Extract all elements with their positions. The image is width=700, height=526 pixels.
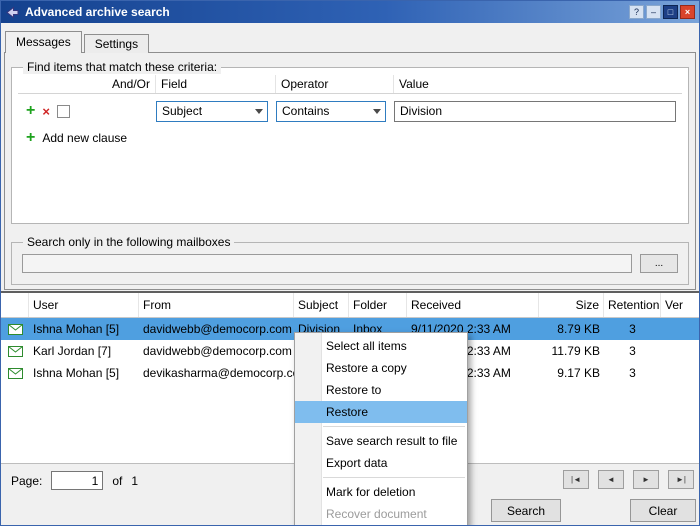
page-label: Page: <box>11 474 42 488</box>
column-icon[interactable] <box>1 293 29 317</box>
context-menu: Select all items Restore a copy Restore … <box>294 332 468 526</box>
tab-strip: Messages Settings <box>5 32 151 53</box>
field-dropdown[interactable]: Subject <box>156 101 268 122</box>
page-number-input[interactable] <box>51 471 103 490</box>
add-criteria-icon[interactable]: + <box>26 104 35 118</box>
menu-separator <box>323 426 465 427</box>
page-total: 1 <box>131 474 138 488</box>
mailboxes-group: Search only in the following mailboxes .… <box>11 235 689 285</box>
cell-size: 8.79 KB <box>539 322 604 336</box>
advanced-archive-search-window: Advanced archive search ? – □ × Messages… <box>0 0 700 526</box>
cell-from: davidwebb@democorp.com <box>139 344 294 358</box>
messages-tab-panel: Find items that match these criteria: An… <box>4 52 696 290</box>
menu-item-save-search-result-to-file[interactable]: Save search result to file <box>295 430 467 452</box>
column-from[interactable]: From <box>139 293 294 317</box>
envelope-icon <box>1 324 29 335</box>
add-new-clause-label: Add new clause <box>42 131 127 145</box>
mailboxes-input[interactable] <box>22 254 632 273</box>
operator-dropdown-value: Contains <box>282 104 329 118</box>
column-folder[interactable]: Folder <box>349 293 407 317</box>
cell-size: 9.17 KB <box>539 366 604 380</box>
tab-settings[interactable]: Settings <box>84 34 149 53</box>
cell-from: davidwebb@democorp.com <box>139 322 294 336</box>
criteria-row: + × Subject Contains <box>18 100 682 122</box>
remove-criteria-icon[interactable]: × <box>42 105 50 118</box>
menu-item-restore-to[interactable]: Restore to <box>295 379 467 401</box>
results-column-headers: User From Subject Folder Received Size R… <box>1 293 699 318</box>
criteria-group-title: Find items that match these criteria: <box>23 60 221 74</box>
cell-user: Ishna Mohan [5] <box>29 322 139 336</box>
column-version[interactable]: Ver <box>661 293 699 317</box>
add-new-clause-link[interactable]: + Add new clause <box>18 131 682 145</box>
cell-retention: 3 <box>604 366 661 380</box>
minimize-button[interactable]: – <box>646 5 661 19</box>
criteria-group: Find items that match these criteria: An… <box>11 60 689 224</box>
cell-size: 11.79 KB <box>539 344 604 358</box>
column-value: Value <box>394 75 682 93</box>
column-user[interactable]: User <box>29 293 139 317</box>
plus-icon: + <box>26 131 35 145</box>
chevron-down-icon <box>373 109 381 114</box>
cell-retention: 3 <box>604 322 661 336</box>
first-page-button[interactable]: |◄ <box>563 470 589 489</box>
column-subject[interactable]: Subject <box>294 293 349 317</box>
menu-separator <box>323 477 465 478</box>
column-size[interactable]: Size <box>539 293 604 317</box>
help-button[interactable]: ? <box>629 5 644 19</box>
menu-item-restore[interactable]: Restore <box>295 401 467 423</box>
envelope-icon <box>1 346 29 357</box>
envelope-icon <box>1 368 29 379</box>
close-button[interactable]: × <box>680 5 695 19</box>
browse-mailboxes-button[interactable]: ... <box>640 254 678 273</box>
window-title: Advanced archive search <box>25 5 629 19</box>
last-page-button[interactable]: ►| <box>668 470 694 489</box>
cell-retention: 3 <box>604 344 661 358</box>
title-bar[interactable]: Advanced archive search ? – □ × <box>1 1 699 23</box>
column-andor: And/Or <box>18 75 156 93</box>
next-page-button[interactable]: ► <box>633 470 659 489</box>
tab-messages[interactable]: Messages <box>5 31 82 53</box>
menu-item-export-data[interactable]: Export data <box>295 452 467 474</box>
column-received[interactable]: Received <box>407 293 539 317</box>
search-button[interactable]: Search <box>491 499 561 522</box>
menu-item-mark-for-deletion[interactable]: Mark for deletion <box>295 481 467 503</box>
menu-item-restore-a-copy[interactable]: Restore a copy <box>295 357 467 379</box>
field-dropdown-value: Subject <box>162 104 202 118</box>
column-retention[interactable]: Retention <box>604 293 661 317</box>
prev-page-button[interactable]: ◄ <box>598 470 624 489</box>
operator-dropdown[interactable]: Contains <box>276 101 386 122</box>
maximize-button[interactable]: □ <box>663 5 678 19</box>
value-input[interactable] <box>394 101 676 122</box>
chevron-down-icon <box>255 109 263 114</box>
cell-from: devikasharma@democorp.com <box>139 366 294 380</box>
cell-user: Ishna Mohan [5] <box>29 366 139 380</box>
menu-item-recover-document: Recover document <box>295 503 467 525</box>
criteria-column-headers: And/Or Field Operator Value <box>18 75 682 94</box>
cell-user: Karl Jordan [7] <box>29 344 139 358</box>
clear-button[interactable]: Clear <box>630 499 696 522</box>
mailboxes-group-title: Search only in the following mailboxes <box>23 235 234 249</box>
app-icon <box>5 5 20 20</box>
column-operator: Operator <box>276 75 394 93</box>
page-of-label: of <box>112 474 122 488</box>
column-field: Field <box>156 75 276 93</box>
menu-item-select-all-items[interactable]: Select all items <box>295 335 467 357</box>
criteria-checkbox[interactable] <box>57 105 70 118</box>
